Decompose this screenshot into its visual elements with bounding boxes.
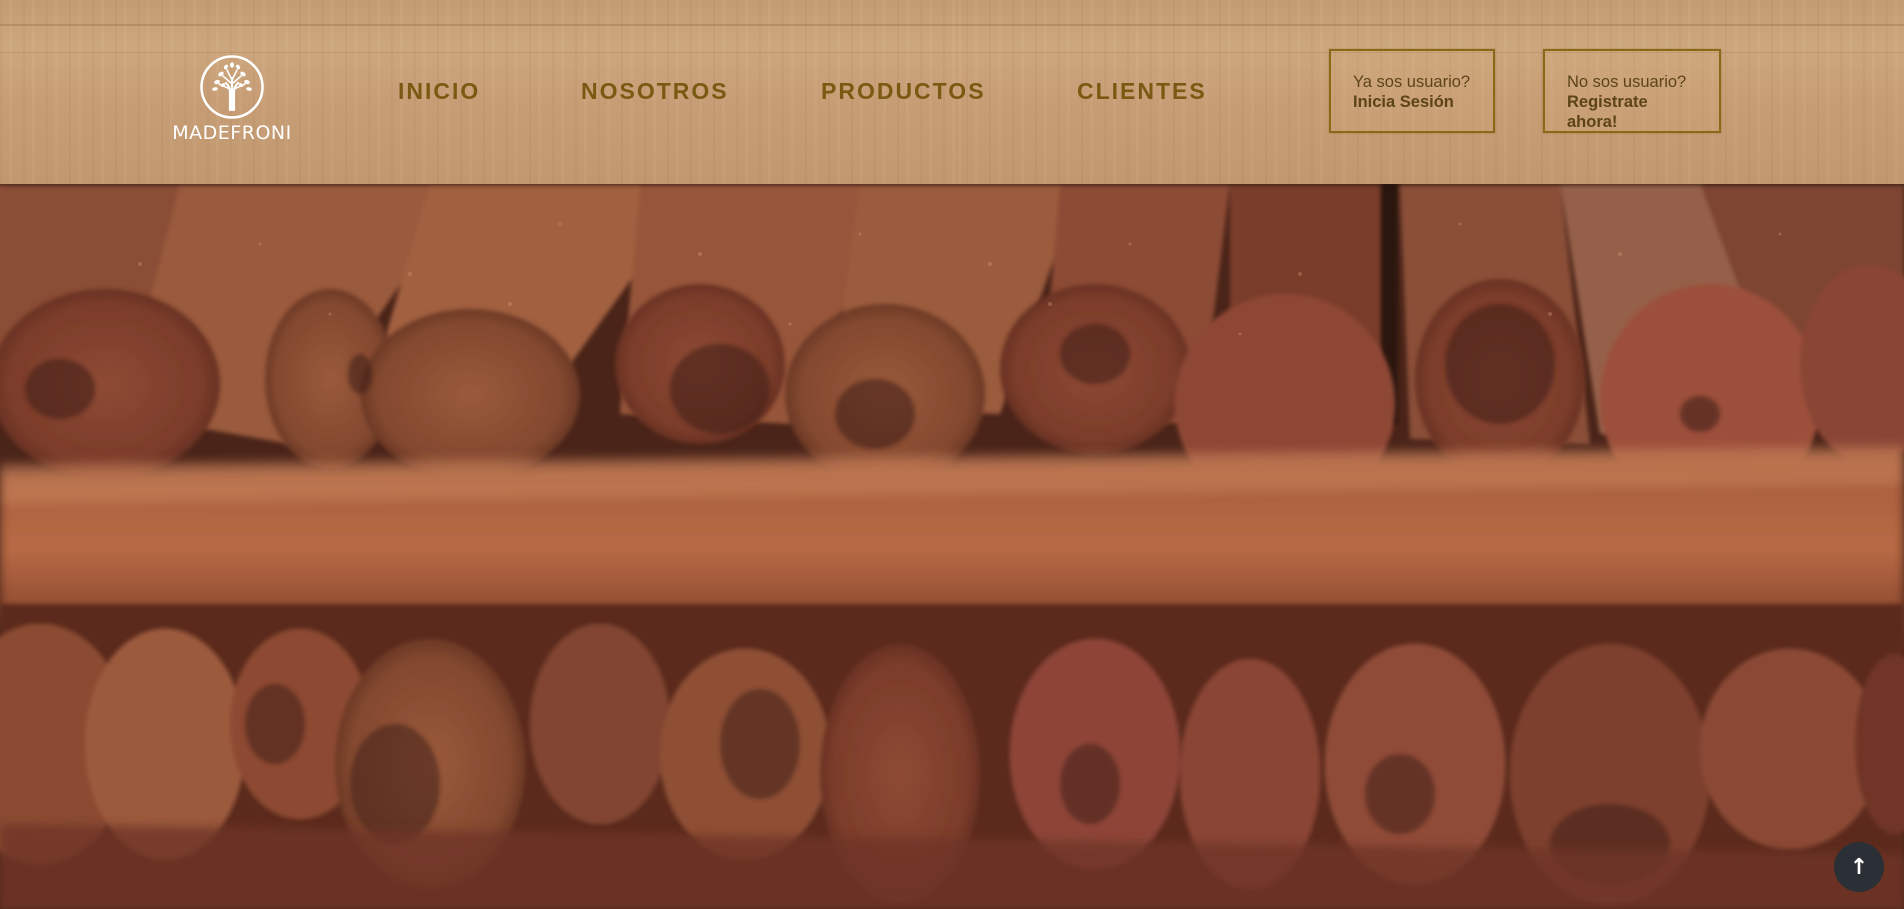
hero-section [0,184,1904,909]
login-button[interactable]: Ya sos usuario? Inicia Sesión [1329,49,1495,133]
register-action: Registrate ahora! [1567,93,1648,131]
nav-link-productos[interactable]: PRODUCTOS [821,78,986,105]
nav-link-clientes[interactable]: CLIENTES [1077,78,1207,105]
wooden-logs-photo [0,184,1904,909]
brand-logo[interactable]: MADEFRONI [172,54,292,148]
register-button[interactable]: No sos usuario? Registrate ahora! [1543,49,1721,133]
scroll-to-top-button[interactable]: ↑ [1834,842,1884,892]
brand-name: MADEFRONI [172,122,292,144]
login-question: Ya sos usuario? [1353,73,1471,91]
site-header: MADEFRONI INICIO NOSOTROS PRODUCTOS CLIE… [0,0,1904,184]
tree-logo-icon [200,55,264,119]
login-action: Inicia Sesión [1353,93,1454,111]
nav-link-inicio[interactable]: INICIO [398,78,480,105]
nav-link-nosotros[interactable]: NOSOTROS [581,78,729,105]
arrow-up-icon: ↑ [1849,854,1869,880]
register-question: No sos usuario? [1567,73,1687,91]
